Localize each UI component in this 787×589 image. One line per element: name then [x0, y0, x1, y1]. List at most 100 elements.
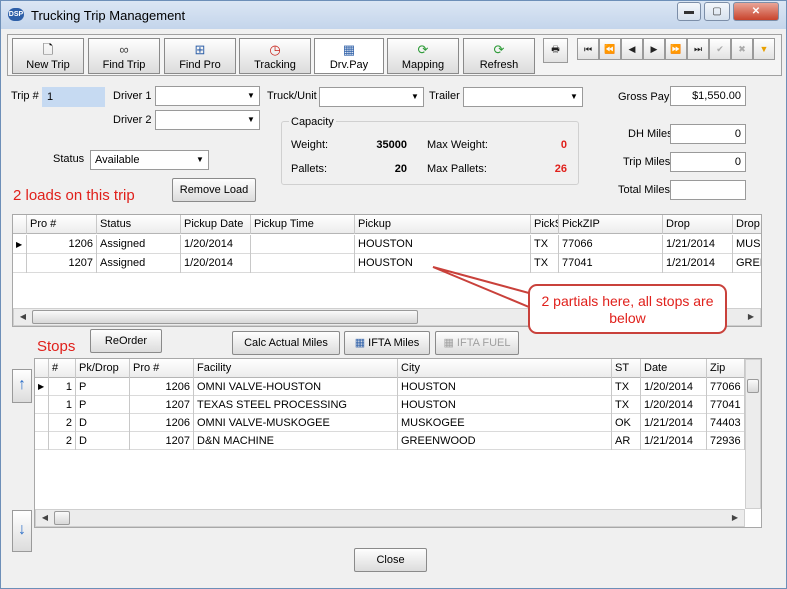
new-trip-label: New Trip [26, 59, 70, 71]
move-up-arrow-icon[interactable]: ↑ [12, 369, 32, 403]
move-down-arrow-icon[interactable]: ↓ [12, 510, 32, 552]
cell-drop: MUSI [733, 235, 761, 254]
status-label: Status [53, 153, 85, 165]
app-logo-icon: DSP [8, 8, 24, 21]
col-pick-st[interactable]: PickS [531, 215, 559, 234]
calculator-icon: ▦ [354, 337, 369, 349]
max-weight-value: 0 [560, 139, 567, 151]
trailer-select[interactable]: ▼ [463, 87, 583, 107]
scroll-left-icon[interactable]: ◀ [15, 309, 31, 325]
cell-pk-drop: D [76, 432, 130, 450]
save-check-button[interactable]: ✔ [709, 38, 731, 60]
chevron-down-icon[interactable]: ▼ [407, 88, 423, 106]
driver2-select[interactable]: ▼ [155, 110, 260, 130]
col-zip[interactable]: Zip [707, 359, 745, 378]
window-close-button[interactable]: ✕ [733, 2, 779, 21]
cell-pickup: HOUSTON [355, 235, 531, 254]
ifta-fuel-button: ▦ IFTA FUEL [435, 331, 519, 355]
chevron-down-icon[interactable]: ▼ [192, 151, 208, 169]
chevron-down-icon[interactable]: ▼ [243, 111, 259, 129]
dh-miles-label: DH Miles [628, 128, 673, 140]
table-row[interactable]: ▶ 1206 Assigned 1/20/2014 HOUSTON TX 770… [13, 235, 761, 254]
col-facility[interactable]: Facility [194, 359, 398, 378]
col-state[interactable]: ST [612, 359, 641, 378]
col-pick-zip[interactable]: PickZIP [559, 215, 663, 234]
cell-zip: 72936 [707, 432, 745, 450]
stops-grid-header: # Pk/Drop Pro # Facility City ST Date Zi… [35, 359, 761, 378]
scroll-right-icon[interactable]: ▶ [743, 309, 759, 325]
truck-label: Truck/Unit [267, 90, 317, 102]
annotation-callout: 2 partials here, all stops are below [528, 284, 727, 334]
next-page-button[interactable]: ⏩ [665, 38, 687, 60]
ifta-miles-button[interactable]: ▦ IFTA Miles [344, 331, 430, 355]
last-record-button[interactable]: ⏭ [687, 38, 709, 60]
next-record-button[interactable]: ▶ [643, 38, 665, 60]
col-pickup-time[interactable]: Pickup Time [251, 215, 355, 234]
prev-page-button[interactable]: ⏪ [599, 38, 621, 60]
chevron-down-icon[interactable]: ▼ [243, 87, 259, 105]
chevron-down-icon[interactable]: ▼ [566, 88, 582, 106]
cell-pro: 1206 [27, 235, 97, 254]
col-pickup[interactable]: Pickup [355, 215, 531, 234]
stops-vertical-scrollbar[interactable] [745, 359, 761, 509]
scroll-thumb[interactable] [32, 310, 418, 324]
driver1-label: Driver 1 [113, 90, 152, 102]
print-button[interactable]: 🖶 [543, 38, 568, 63]
scroll-right-icon[interactable]: ▶ [727, 510, 743, 526]
col-pro[interactable]: Pro # [27, 215, 97, 234]
cell-city: GREENWOOD [398, 432, 612, 450]
table-row[interactable]: 1207 Assigned 1/20/2014 HOUSTON TX 77041… [13, 254, 761, 273]
minimize-button[interactable]: ▬ [677, 2, 701, 21]
trip-miles-field[interactable]: 0 [670, 152, 746, 172]
close-button[interactable]: Close [354, 548, 427, 572]
stops-horizontal-scrollbar[interactable]: ◀ ▶ [35, 509, 745, 527]
remove-load-button[interactable]: Remove Load [172, 178, 256, 202]
first-record-button[interactable]: ⏮ [577, 38, 599, 60]
filter-button[interactable]: ▼ [753, 38, 775, 60]
mapping-button[interactable]: ⟳ Mapping [387, 38, 459, 74]
col-pro[interactable]: Pro # [130, 359, 194, 378]
refresh-button[interactable]: ⟳ Refresh [463, 38, 535, 74]
calculator-icon: ▦ [342, 42, 356, 57]
table-row[interactable]: 1 P 1207 TEXAS STEEL PROCESSING HOUSTON … [35, 396, 745, 414]
col-status[interactable]: Status [97, 215, 181, 234]
cancel-button[interactable]: ✖ [731, 38, 753, 60]
scroll-thumb[interactable] [54, 511, 70, 525]
maximize-button[interactable]: ▢ [704, 2, 730, 21]
reorder-button[interactable]: ReOrder [90, 329, 162, 353]
calc-actual-miles-button[interactable]: Calc Actual Miles [232, 331, 340, 355]
col-city[interactable]: City [398, 359, 612, 378]
col-pickup-date[interactable]: Pickup Date [181, 215, 251, 234]
col-pk-drop[interactable]: Pk/Drop [76, 359, 130, 378]
drv-pay-button[interactable]: ▦ Drv.Pay [314, 38, 384, 74]
dh-miles-field[interactable]: 0 [670, 124, 746, 144]
truck-select[interactable]: ▼ [319, 87, 424, 107]
table-row[interactable]: ▶ 1 P 1206 OMNI VALVE-HOUSTON HOUSTON TX… [35, 378, 745, 396]
col-drop[interactable]: Drop [733, 215, 761, 234]
find-trip-button[interactable]: ∞ Find Trip [88, 38, 160, 74]
cell-pro: 1206 [130, 414, 194, 432]
cell-date: 1/20/2014 [641, 396, 707, 414]
table-row[interactable]: 2 D 1206 OMNI VALVE-MUSKOGEE MUSKOGEE OK… [35, 414, 745, 432]
ifta-miles-label: IFTA Miles [368, 337, 420, 349]
trip-number-field[interactable]: 1 [42, 87, 105, 107]
status-select[interactable]: Available ▼ [90, 150, 209, 170]
col-drop-date[interactable]: Drop [663, 215, 733, 234]
col-date[interactable]: Date [641, 359, 707, 378]
tracking-button[interactable]: ◷ Tracking [239, 38, 311, 74]
table-row[interactable]: 2 D 1207 D&N MACHINE GREENWOOD AR 1/21/2… [35, 432, 745, 450]
scroll-left-icon[interactable]: ◀ [37, 510, 53, 526]
new-trip-button[interactable]: 🗋 New Trip [12, 38, 84, 74]
col-stop-number[interactable]: # [49, 359, 76, 378]
stops-grid: # Pk/Drop Pro # Facility City ST Date Zi… [34, 358, 762, 528]
scroll-thumb[interactable] [747, 379, 759, 393]
total-miles-field[interactable] [670, 180, 746, 200]
driver1-select[interactable]: ▼ [155, 86, 260, 106]
find-pro-label: Find Pro [179, 59, 221, 71]
gross-pay-field[interactable]: $1,550.00 [670, 86, 746, 106]
find-pro-button[interactable]: ⊞ Find Pro [164, 38, 236, 74]
prev-record-button[interactable]: ◀ [621, 38, 643, 60]
title-bar[interactable]: DSP Trucking Trip Management ▬ ▢ ✕ [1, 1, 786, 29]
cell-pk-drop: P [76, 378, 130, 396]
cell-pickup-date: 1/20/2014 [181, 235, 251, 254]
